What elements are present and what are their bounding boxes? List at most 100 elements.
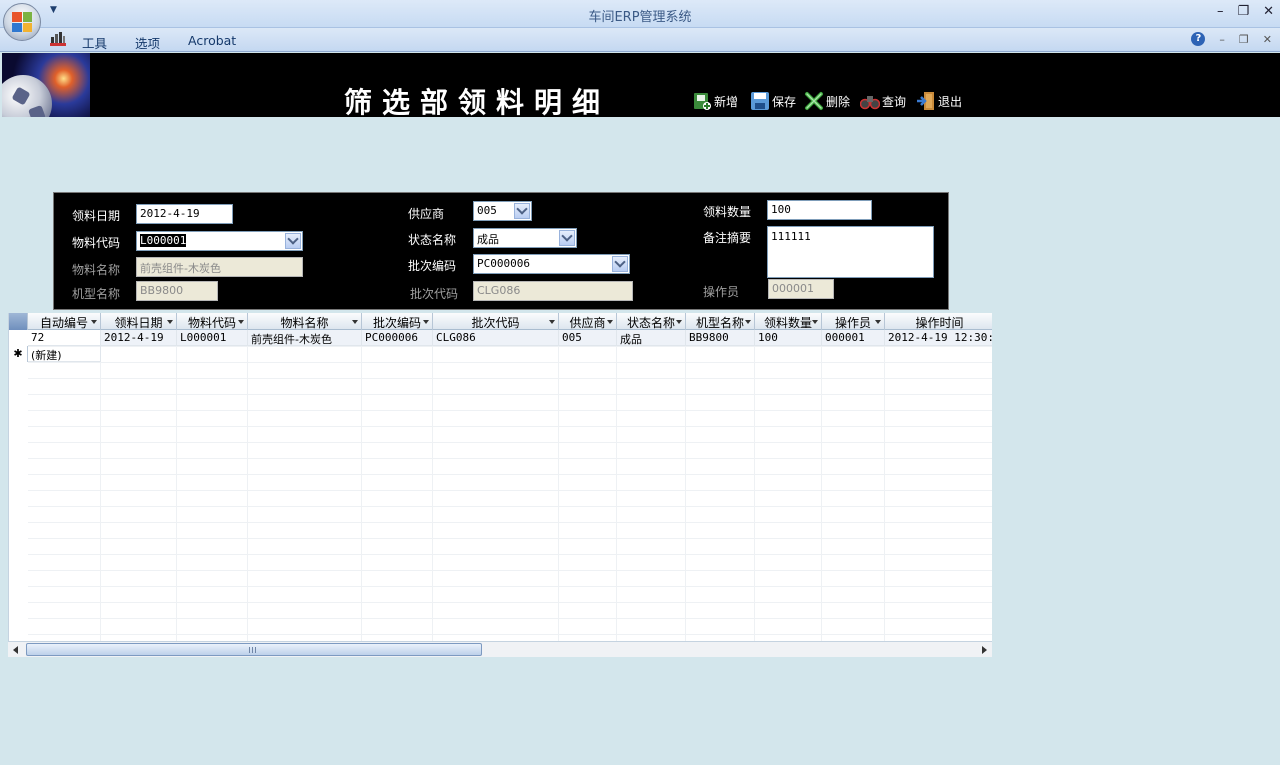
column-sort-dropdown-icon (91, 320, 97, 324)
exit-label: 退出 (938, 94, 963, 109)
status-name-combo[interactable]: 成品 (473, 228, 577, 248)
delete-button[interactable]: 删除 (804, 91, 850, 111)
mdi-restore-button[interactable]: ❐ (1239, 33, 1249, 46)
supplier-combo[interactable]: 005 (473, 201, 532, 221)
page-title: 筛选部领料明细 (344, 86, 611, 119)
title-bar: ▼ 车间ERP管理系统 – ❐ ✕ (0, 0, 1280, 28)
column-header[interactable]: 领料日期 (101, 313, 177, 330)
binoculars-icon (860, 96, 880, 110)
grid-header: 自动编号 领料日期 物料代码 物料名称 批次编码 批次代码 供应商 状态名称 机… (9, 313, 992, 330)
help-icon[interactable]: ? (1191, 32, 1206, 46)
add-button[interactable]: 新增 (692, 91, 738, 111)
column-header[interactable]: 供应商 (559, 313, 617, 330)
save-button[interactable]: 保存 (750, 91, 796, 111)
office-logo-icon (12, 12, 32, 32)
mdi-close-button[interactable]: ✕ (1263, 33, 1272, 46)
column-sort-dropdown-icon (352, 320, 358, 324)
batch-code-value: PC000006 (477, 257, 530, 270)
supplier-dropdown-icon[interactable] (514, 203, 530, 219)
batch-code-combo[interactable]: PC000006 (473, 254, 630, 274)
grid-cell[interactable]: 前壳组件-木炭色 (248, 330, 362, 346)
save-label: 保存 (772, 94, 797, 109)
column-header[interactable]: 批次代码 (433, 313, 559, 330)
operator-label: 操作员 (703, 285, 740, 299)
supplier-label: 供应商 (408, 207, 445, 221)
column-header[interactable]: 批次编码 (362, 313, 433, 330)
model-name-label: 机型名称 (72, 287, 121, 301)
column-sort-dropdown-icon (423, 320, 429, 324)
status-name-dropdown-icon[interactable] (559, 230, 575, 246)
column-header[interactable]: 机型名称 (686, 313, 755, 330)
column-sort-dropdown-icon (676, 320, 682, 324)
exit-button[interactable]: 退出 (916, 91, 962, 111)
menu-bar: 工具 选项 Acrobat ? – ❐ ✕ (0, 28, 1280, 52)
remark-textarea[interactable]: 111111 (767, 226, 934, 278)
mdi-minimize-button[interactable]: – (1219, 33, 1225, 46)
column-header[interactable]: 操作员 (822, 313, 885, 330)
column-sort-dropdown-icon (238, 320, 244, 324)
toolbar-app-icon[interactable] (50, 31, 66, 47)
entry-form: 领料日期 2012-4-19 物料代码 L000001 物料名称 前壳组件-木炭… (53, 192, 949, 310)
remark-label: 备注摘要 (703, 231, 752, 245)
window-title: 车间ERP管理系统 (588, 10, 692, 25)
model-name-field: BB9800 (136, 281, 218, 301)
horizontal-scrollbar[interactable] (8, 641, 992, 657)
material-code-value: L000001 (140, 234, 187, 247)
menu-tools[interactable]: 工具 (82, 33, 107, 52)
grid-cell[interactable]: 000001 (822, 330, 885, 346)
scroll-thumb[interactable] (26, 643, 482, 656)
column-sort-dropdown-icon (745, 320, 751, 324)
operator-field: 000001 (768, 279, 834, 299)
restore-button[interactable]: ❐ (1237, 4, 1249, 19)
minimize-button[interactable]: – (1217, 4, 1224, 19)
header-banner: 筛选部领料明细 新增 保存 删除 查询 退出 (2, 53, 1280, 119)
grid-cell[interactable]: 72 (28, 330, 101, 346)
supplier-value: 005 (477, 204, 497, 217)
scroll-right-icon[interactable] (982, 646, 987, 654)
exit-door-icon (917, 92, 934, 110)
add-label: 新增 (714, 94, 739, 109)
query-button[interactable]: 查询 (860, 91, 906, 111)
menu-options[interactable]: 选项 (135, 33, 160, 52)
batch-id-field: CLG086 (473, 281, 633, 301)
column-header[interactable]: 操作时间 (885, 313, 992, 330)
batch-code-label: 批次编码 (408, 259, 457, 273)
grid-cell[interactable]: 成品 (617, 330, 686, 346)
grid-cell[interactable]: 2012-4-19 (101, 330, 177, 346)
material-code-combo[interactable]: L000001 (136, 231, 303, 251)
column-header[interactable]: 状态名称 (617, 313, 686, 330)
column-sort-dropdown-icon (167, 320, 173, 324)
grid-cell[interactable]: CLG086 (433, 330, 559, 346)
new-row-placeholder[interactable]: (新建) (28, 346, 101, 362)
scroll-left-icon[interactable] (13, 646, 18, 654)
pick-date-field[interactable]: 2012-4-19 (136, 204, 233, 224)
new-row-marker-icon[interactable]: ✱ (9, 346, 28, 362)
delete-icon (805, 92, 823, 110)
select-all-corner[interactable] (9, 313, 28, 330)
column-header[interactable]: 物料代码 (177, 313, 248, 330)
batch-id-label: 批次代码 (410, 287, 459, 301)
grid-cell[interactable]: 100 (755, 330, 822, 346)
grid-cell[interactable]: PC000006 (362, 330, 433, 346)
office-button[interactable] (3, 3, 41, 41)
add-icon (694, 93, 711, 110)
banner-logo-image (2, 53, 90, 117)
grid-cell[interactable]: L000001 (177, 330, 248, 346)
detail-grid[interactable]: 自动编号 领料日期 物料代码 物料名称 批次编码 批次代码 供应商 状态名称 机… (8, 313, 992, 643)
column-header[interactable]: 自动编号 (28, 313, 101, 330)
grid-cell[interactable]: 005 (559, 330, 617, 346)
material-code-dropdown-icon[interactable] (285, 233, 301, 249)
grid-cell[interactable]: 2012-4-19 12:30:55 (885, 330, 992, 346)
material-name-label: 物料名称 (72, 263, 121, 277)
column-header[interactable]: 物料名称 (248, 313, 362, 330)
grid-cell[interactable]: BB9800 (686, 330, 755, 346)
batch-code-dropdown-icon[interactable] (612, 256, 628, 272)
menu-acrobat[interactable]: Acrobat (188, 33, 236, 48)
material-name-field: 前壳组件-木炭色 (136, 257, 303, 277)
column-header[interactable]: 领料数量 (755, 313, 822, 330)
quantity-field[interactable]: 100 (767, 200, 872, 220)
query-label: 查询 (882, 94, 907, 109)
close-button[interactable]: ✕ (1263, 4, 1274, 19)
status-name-label: 状态名称 (408, 233, 457, 247)
column-sort-dropdown-icon (875, 320, 881, 324)
